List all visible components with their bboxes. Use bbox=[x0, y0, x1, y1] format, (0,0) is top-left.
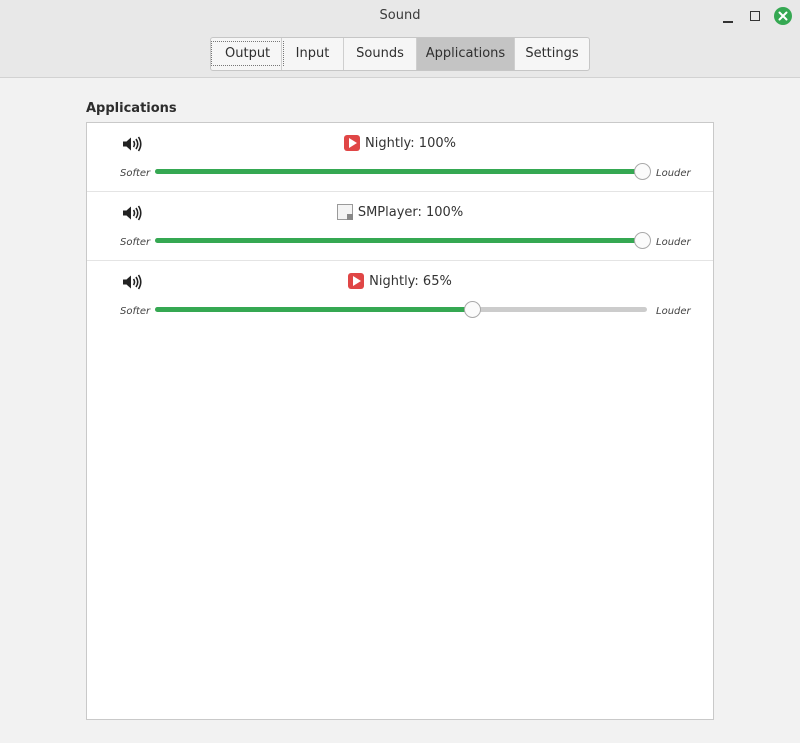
slider-handle[interactable] bbox=[634, 232, 651, 249]
section-title: Applications bbox=[86, 101, 177, 116]
volume-slider[interactable] bbox=[155, 163, 651, 180]
nightly-icon bbox=[348, 273, 365, 289]
applications-list: Nightly: 100% Softer Louder SMPlayer: 10… bbox=[86, 122, 714, 720]
app-header: Nightly: 100% bbox=[87, 135, 713, 151]
smplayer-icon bbox=[336, 204, 353, 220]
title-bar: Sound Output Input Sounds Applications S… bbox=[0, 0, 800, 78]
tab-settings-label: Settings bbox=[525, 46, 579, 61]
list-item: Nightly: 65% Softer Louder bbox=[87, 261, 713, 330]
app-header: SMPlayer: 100% bbox=[87, 204, 713, 220]
tab-input-label: Input bbox=[295, 46, 330, 61]
window-title: Sound bbox=[379, 8, 421, 23]
tab-output[interactable]: Output bbox=[211, 38, 285, 70]
tab-output-label: Output bbox=[211, 41, 285, 66]
slider-handle[interactable] bbox=[634, 163, 651, 180]
volume-slider[interactable] bbox=[155, 232, 651, 249]
app-volume-label: Nightly: 100% bbox=[365, 135, 456, 151]
slider-fill bbox=[155, 307, 472, 312]
tab-applications[interactable]: Applications bbox=[416, 38, 514, 70]
list-item: SMPlayer: 100% Softer Louder bbox=[87, 192, 713, 261]
maximize-button[interactable] bbox=[746, 7, 764, 25]
app-volume-label: Nightly: 65% bbox=[369, 273, 452, 289]
tab-input[interactable]: Input bbox=[281, 38, 343, 70]
louder-label: Louder bbox=[656, 168, 691, 179]
softer-label: Softer bbox=[120, 168, 151, 179]
nightly-icon bbox=[344, 135, 361, 151]
app-header: Nightly: 65% bbox=[87, 273, 713, 289]
louder-label: Louder bbox=[656, 237, 691, 248]
slider-fill bbox=[155, 169, 642, 174]
tab-bar: Output Input Sounds Applications Setting… bbox=[210, 37, 590, 71]
tab-sounds[interactable]: Sounds bbox=[343, 38, 416, 70]
louder-label: Louder bbox=[656, 306, 691, 317]
slider-fill bbox=[155, 238, 642, 243]
list-item: Nightly: 100% Softer Louder bbox=[87, 123, 713, 192]
close-button[interactable] bbox=[774, 7, 792, 25]
tab-sounds-label: Sounds bbox=[356, 46, 404, 61]
minimize-button[interactable] bbox=[719, 7, 737, 25]
volume-slider[interactable] bbox=[155, 301, 647, 318]
slider-handle[interactable] bbox=[464, 301, 481, 318]
tab-settings[interactable]: Settings bbox=[514, 38, 589, 70]
softer-label: Softer bbox=[120, 237, 151, 248]
close-icon bbox=[778, 11, 788, 21]
tab-applications-label: Applications bbox=[425, 46, 506, 61]
app-volume-label: SMPlayer: 100% bbox=[357, 204, 464, 220]
softer-label: Softer bbox=[120, 306, 151, 317]
